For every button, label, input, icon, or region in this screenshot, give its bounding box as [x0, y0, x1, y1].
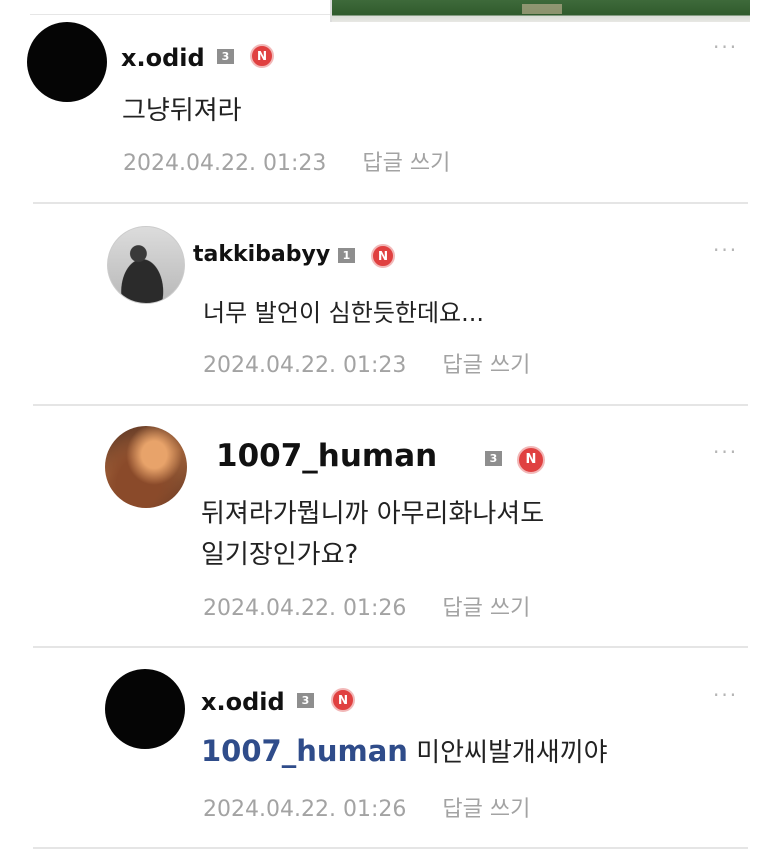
avatar[interactable] [27, 22, 107, 102]
reply-button[interactable]: 답글 쓰기 [442, 797, 530, 822]
new-badge: N [250, 44, 274, 68]
comment-meta: 2024.04.22. 01:26 답글 쓰기 [203, 590, 530, 622]
username[interactable]: 1007_human [216, 438, 437, 474]
username[interactable]: x.odid [201, 688, 285, 716]
comment-meta: 2024.04.22. 01:26 답글 쓰기 [203, 791, 530, 823]
comment-text-line-1: 뒤져라가뭡니까 아무리화나셔도 [201, 499, 545, 529]
level-badge: 3 [297, 693, 314, 708]
comment-date: 2024.04.22. 01:23 [203, 353, 407, 378]
comment-text-line-2: 일기장인가요? [201, 540, 359, 570]
post-image [330, 0, 750, 22]
comment-meta: 2024.04.22. 01:23 답글 쓰기 [123, 145, 450, 177]
reply-button[interactable]: 답글 쓰기 [362, 151, 450, 176]
comment-text: 그냥뒤져라 [122, 96, 242, 126]
divider [33, 404, 748, 406]
more-options-icon[interactable]: ··· [713, 240, 738, 260]
image-detail [522, 4, 562, 14]
comment-date: 2024.04.22. 01:26 [203, 596, 407, 621]
comment-date: 2024.04.22. 01:26 [203, 797, 407, 822]
reply-button[interactable]: 답글 쓰기 [442, 353, 530, 378]
new-badge: N [331, 688, 355, 712]
level-badge: 3 [485, 451, 502, 466]
reply-button[interactable]: 답글 쓰기 [442, 596, 530, 621]
username[interactable]: x.odid [121, 44, 205, 72]
avatar[interactable] [105, 426, 187, 508]
new-badge: N [371, 244, 395, 268]
comment-text: 너무 발언이 심한듯한데요... [203, 299, 485, 327]
more-options-icon[interactable]: ··· [713, 442, 738, 462]
divider [30, 14, 330, 15]
level-badge: 1 [338, 248, 355, 263]
divider [33, 202, 748, 204]
avatar[interactable] [105, 669, 185, 749]
mention-link[interactable]: 1007_human [201, 734, 408, 768]
more-options-icon[interactable]: ··· [713, 685, 738, 705]
avatar[interactable] [107, 226, 185, 304]
comment-message: 미안씨발개새끼야 [416, 738, 608, 768]
divider [33, 646, 748, 648]
comment-text: 1007_human 미안씨발개새끼야 [201, 732, 608, 769]
comment-date: 2024.04.22. 01:23 [123, 151, 327, 176]
username[interactable]: takkibabyy [193, 242, 330, 267]
level-badge: 3 [217, 49, 234, 64]
more-options-icon[interactable]: ··· [713, 37, 738, 57]
new-badge: N [517, 446, 545, 474]
divider [33, 847, 748, 849]
comment-meta: 2024.04.22. 01:23 답글 쓰기 [203, 347, 530, 379]
